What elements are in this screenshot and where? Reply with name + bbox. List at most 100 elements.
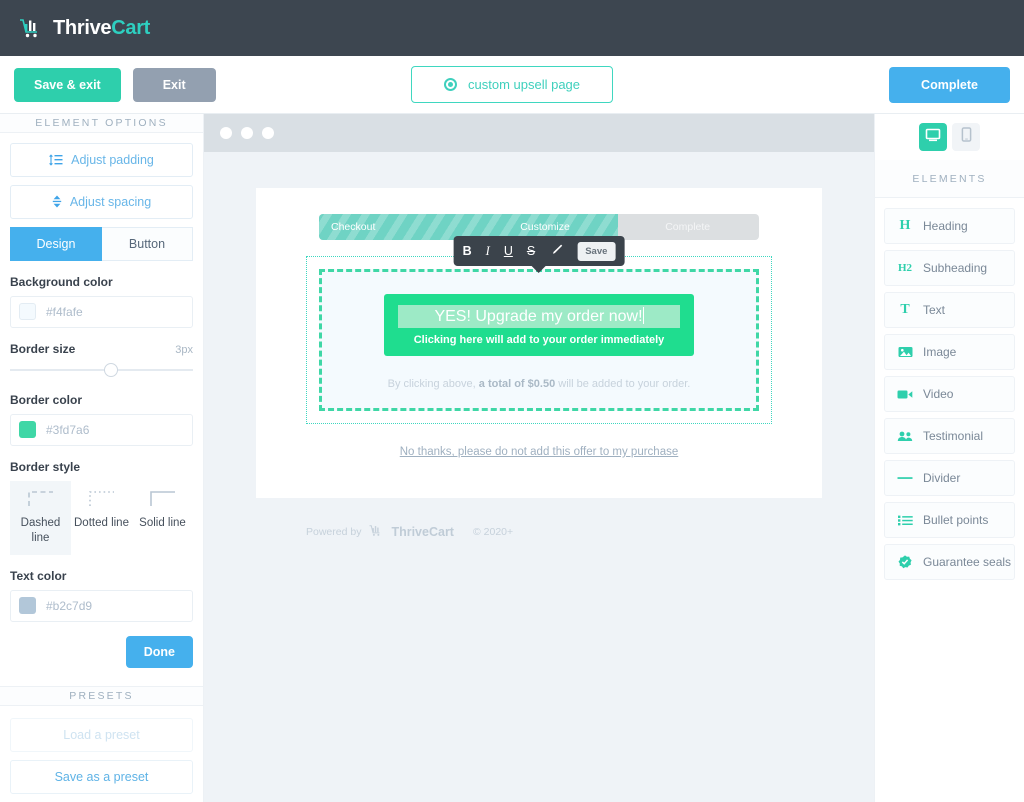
underline-button[interactable]: U [504,245,513,258]
background-color-label: Background color [10,274,113,289]
thrivecart-logo[interactable]: ThriveCart [18,17,150,40]
slider-knob[interactable] [103,362,118,377]
mobile-icon [961,127,972,147]
strikethrough-button[interactable]: S [527,245,535,258]
text-color-input[interactable]: #b2c7d9 [10,589,193,622]
browser-dot-green-icon [262,127,274,139]
tab-design[interactable]: Design [10,226,102,261]
desktop-icon [925,128,941,147]
border-style-solid[interactable]: Solid line [132,481,193,555]
adjust-spacing-label: Adjust spacing [69,194,152,209]
fineprint-amount: a total of $0.50 [478,378,556,390]
powered-by-footer: Powered by ThriveCart © 2020+ [256,498,822,540]
corner-dotted-icon [73,490,130,510]
complete-button[interactable]: Complete [889,66,1010,103]
desktop-view-toggle[interactable] [919,123,947,151]
design-button-tabs: Design Button [10,226,193,261]
progress-step-checkout: Checkout [331,221,376,233]
fineprint-pre: By clicking above, [387,378,479,390]
progress-step-customize: Customize [520,221,570,233]
element-subheading[interactable]: H2 Subheading [884,250,1015,286]
element-guarantee-seals[interactable]: Guarantee seals [884,544,1015,580]
video-camera-icon [897,389,913,400]
background-color-input[interactable]: #f4fafe [10,295,193,328]
text-color-swatch[interactable] [19,597,36,615]
cta-headline-editable[interactable]: YES! Upgrade my order now! [398,305,680,328]
element-bullet-points-label: Bullet points [923,513,989,527]
element-guarantee-seals-label: Guarantee seals [923,555,1012,569]
border-style-dotted[interactable]: Dotted line [71,481,132,555]
cart-chart-icon [18,17,44,39]
adjust-spacing-button[interactable]: Adjust spacing [10,184,193,219]
bullet-list-icon [897,515,913,526]
element-image-label: Image [923,345,957,359]
text-caret [642,307,644,324]
powered-by-label: Powered by [306,526,362,538]
progress-step-complete: Complete [665,221,711,233]
element-divider[interactable]: Divider [884,460,1015,496]
background-color-swatch[interactable] [19,303,36,321]
editor-action-bar: Save & exit Exit custom upsell page Comp… [0,56,1024,114]
border-size-value: 3px [175,343,193,356]
element-selection-outline[interactable]: B I U S Save YES! Upgrade my order now! … [306,236,772,424]
element-heading-label: Heading [923,219,968,233]
canvas-background: Checkout Customize Complete B I U S Save… [204,152,874,772]
done-button[interactable]: Done [125,635,193,668]
element-subheading-label: Subheading [923,261,988,275]
browser-dot-yellow-icon [241,127,253,139]
upsell-button-element[interactable]: YES! Upgrade my order now! Clicking here… [319,269,759,411]
upsell-fineprint: By clicking above, a total of $0.50 will… [338,378,740,390]
logo-text-thrive: Thrive [53,16,112,39]
heading-h-icon: H [899,218,911,233]
subheading-h2-icon: H2 [897,262,913,274]
save-and-exit-button[interactable]: Save & exit [14,67,121,102]
pencil-highlighter-icon[interactable] [549,243,563,260]
element-testimonial[interactable]: Testimonial [884,418,1015,454]
element-heading[interactable]: H Heading [884,208,1015,244]
element-bullet-points[interactable]: Bullet points [884,502,1015,538]
border-size-slider[interactable] [10,361,193,379]
image-icon [897,346,913,358]
tab-button[interactable]: Button [102,226,193,261]
rich-text-toolbar: B I U S Save [453,236,625,273]
border-color-value: #3fd7a6 [46,422,90,437]
border-style-dashed[interactable]: Dashed line [10,480,71,555]
border-color-swatch[interactable] [19,421,36,439]
element-options-panel: ELEMENT OPTIONS Adjust padding Adjust sp… [0,114,204,802]
divider-line-icon [897,476,913,480]
text-color-label: Text color [10,568,67,583]
element-divider-label: Divider [923,471,961,485]
corner-dashed-icon [12,490,69,510]
mobile-view-toggle[interactable] [952,123,980,151]
fineprint-post: will be added to your order. [555,378,691,390]
exit-button[interactable]: Exit [132,67,216,102]
top-navigation-bar: ThriveCart [0,0,1024,56]
border-size-label: Border size [10,341,76,356]
bold-button[interactable]: B [463,245,472,258]
adjust-padding-button[interactable]: Adjust padding [10,142,193,177]
people-icon [897,431,913,442]
cta-subtitle: Clicking here will add to your order imm… [413,334,665,346]
seal-check-icon [897,555,913,569]
border-style-options: Dashed line Dotted line Solid line [10,480,193,555]
page-selector-pill[interactable]: custom upsell page [410,66,614,103]
toolbar-save-button[interactable]: Save [577,241,616,261]
element-image[interactable]: Image [884,334,1015,370]
footer-copyright: © 2020+ [472,526,514,538]
border-color-input[interactable]: #3fd7a6 [10,413,193,446]
footer-cart-icon [368,524,384,540]
save-preset-button[interactable]: Save as a preset [10,760,193,794]
footer-brand: ThriveCart [391,525,454,539]
load-preset-button[interactable]: Load a preset [10,718,193,752]
element-text[interactable]: T Text [884,292,1015,328]
decline-offer-link[interactable]: No thanks, please do not add this offer … [256,446,822,458]
element-video[interactable]: Video [884,376,1015,412]
italic-button[interactable]: I [486,245,490,258]
upsell-cta-button[interactable]: YES! Upgrade my order now! Clicking here… [384,294,694,356]
elements-panel: ELEMENTS H Heading H2 Subheading T Text [874,114,1024,802]
up-down-arrows-icon [52,195,62,208]
border-color-label: Border color [10,392,83,407]
logo-text-cart: Cart [111,16,151,39]
target-icon [443,78,457,91]
list-padding-icon [49,154,63,166]
